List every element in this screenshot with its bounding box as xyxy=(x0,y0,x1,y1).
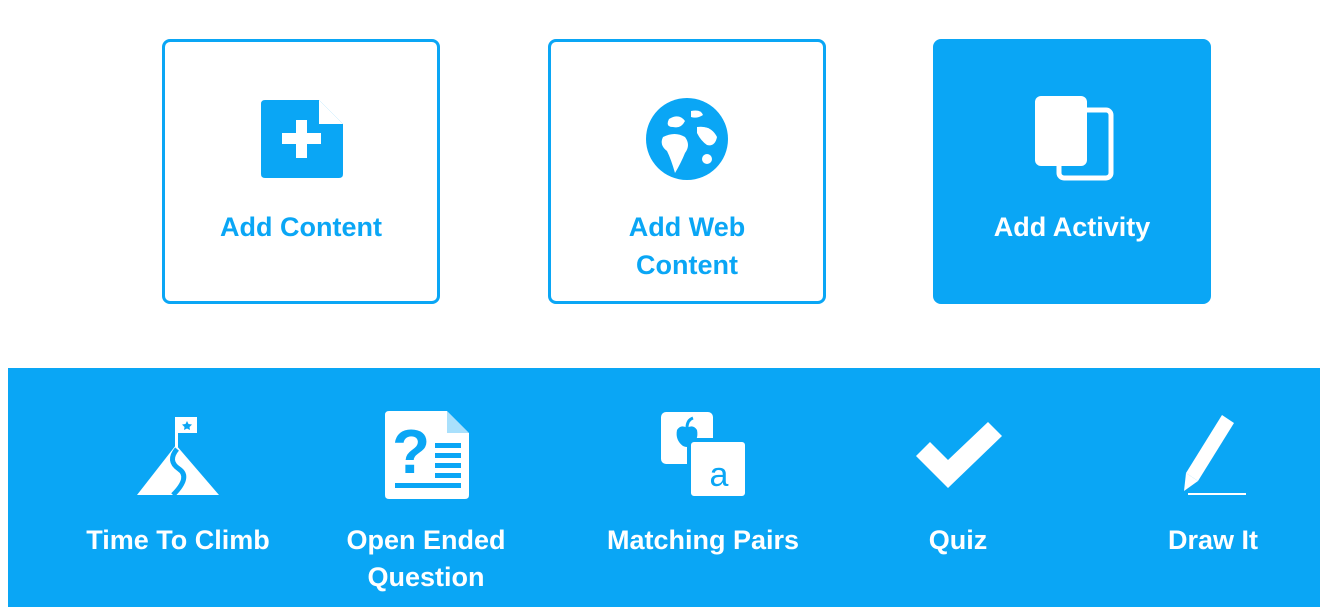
draw-it-option[interactable]: Draw It xyxy=(1113,368,1313,607)
svg-text:?: ? xyxy=(392,418,430,487)
activity-type-bar: Time To Climb ? Open Ended Question a Ma… xyxy=(8,368,1320,607)
matching-cards-icon: a xyxy=(653,410,753,500)
quiz-option[interactable]: Quiz xyxy=(858,368,1058,607)
add-content-label: Add Content xyxy=(220,212,382,242)
quiz-label: Quiz xyxy=(928,525,988,555)
add-content-card[interactable]: Add Content xyxy=(162,39,440,304)
matching-pairs-label: Matching Pairs xyxy=(606,525,800,555)
open-ended-question-label: Open Ended Question xyxy=(346,525,506,592)
question-document-icon: ? xyxy=(376,410,476,500)
add-web-content-label: Add Web Content xyxy=(628,212,746,280)
add-web-content-card[interactable]: Add Web Content xyxy=(548,39,826,304)
pencil-icon xyxy=(1163,410,1263,500)
matching-card-letter: a xyxy=(710,456,729,494)
content-type-options: Add Content Add Web Content Add Activity xyxy=(0,0,1320,368)
add-file-icon xyxy=(256,94,346,184)
draw-it-label: Draw It xyxy=(1167,525,1259,555)
copy-pages-icon xyxy=(1027,94,1117,184)
time-to-climb-label: Time To Climb xyxy=(86,525,270,555)
add-item-page: Add Content Add Web Content Add Activity… xyxy=(0,0,1320,607)
mountain-flag-icon xyxy=(128,410,228,500)
add-activity-card[interactable]: Add Activity xyxy=(933,39,1211,304)
globe-icon xyxy=(642,94,732,184)
add-activity-label: Add Activity xyxy=(993,212,1151,242)
checkmark-icon xyxy=(908,410,1008,500)
open-ended-question-option[interactable]: ? Open Ended Question xyxy=(326,368,526,607)
matching-pairs-option[interactable]: a Matching Pairs xyxy=(583,368,823,607)
time-to-climb-option[interactable]: Time To Climb xyxy=(63,368,293,607)
